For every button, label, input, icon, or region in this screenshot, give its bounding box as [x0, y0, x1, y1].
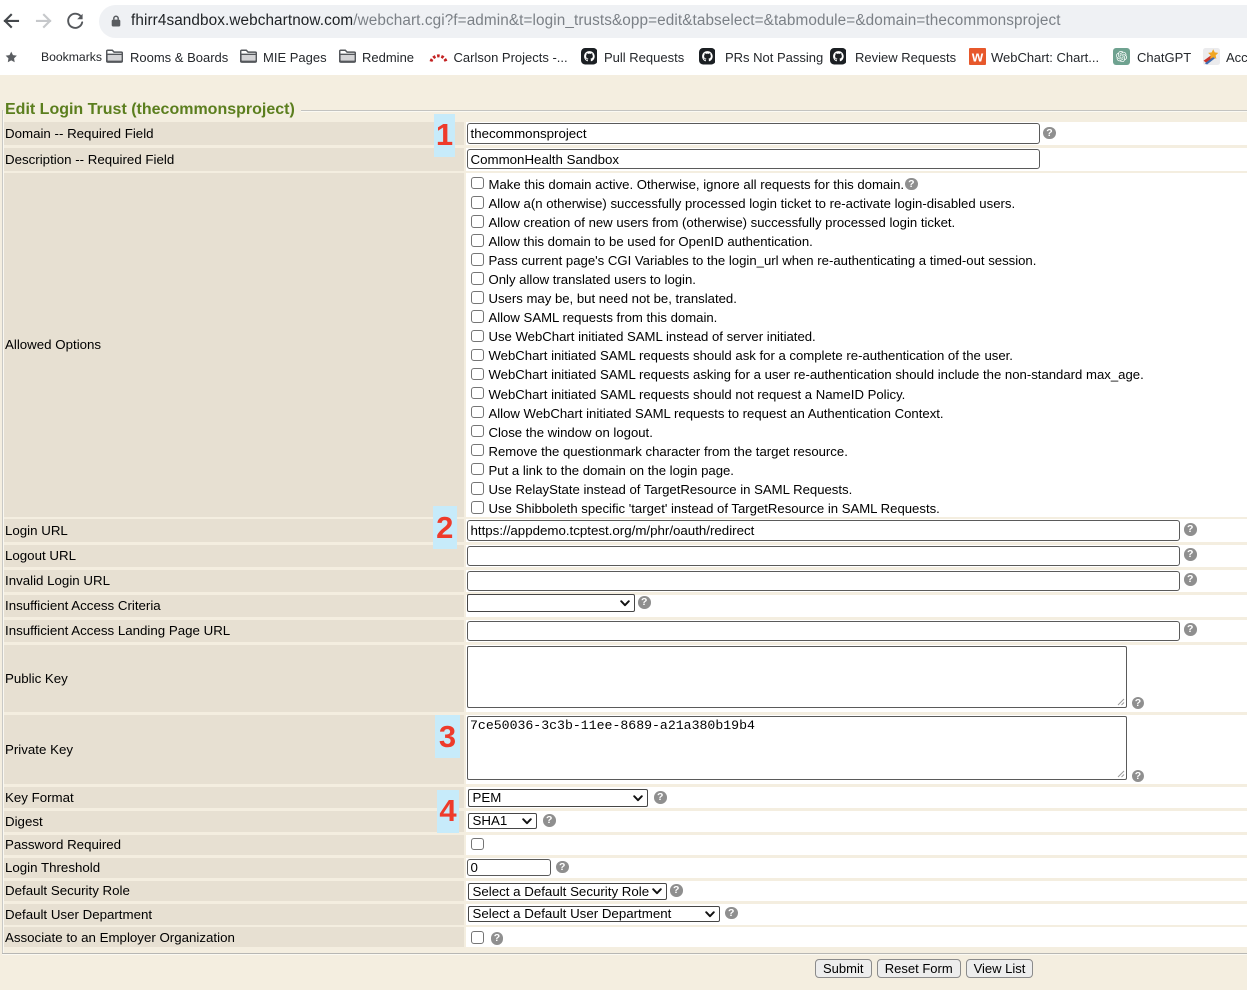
svg-text:w: w: [970, 50, 983, 65]
